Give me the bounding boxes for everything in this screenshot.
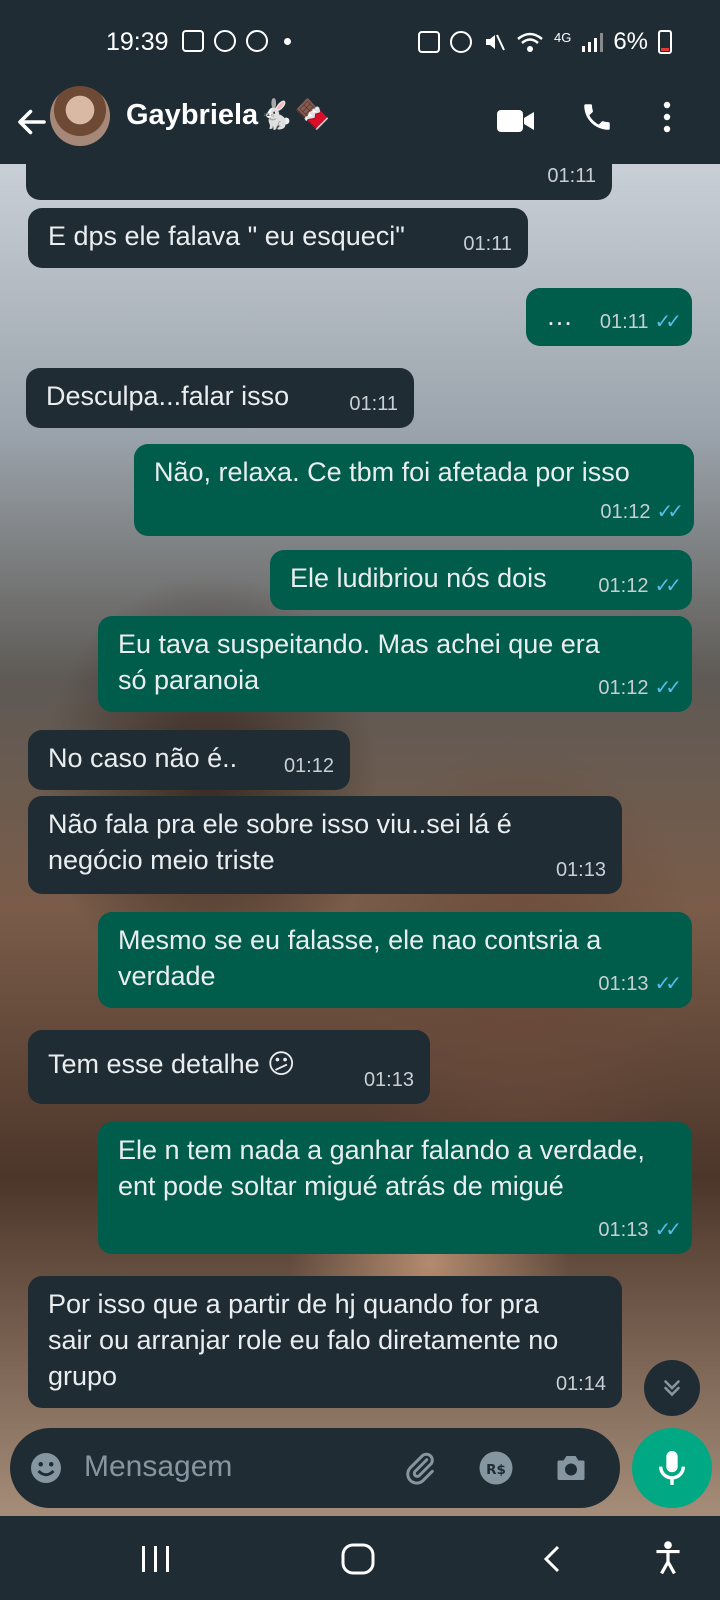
message-text: Mesmo se eu falasse, ele nao contsria a … bbox=[118, 925, 602, 991]
phone-icon[interactable] bbox=[580, 100, 614, 134]
video-call-icon[interactable] bbox=[496, 106, 536, 136]
battery-icon bbox=[658, 30, 672, 54]
message-text: Eu tava suspeitando. Mas achei que era s… bbox=[118, 629, 600, 695]
chat-header: Gaybriela🐇🍫 bbox=[0, 86, 720, 164]
contact-name[interactable]: Gaybriela🐇🍫 bbox=[126, 98, 330, 132]
back-nav-icon[interactable] bbox=[542, 1544, 562, 1574]
message-incoming[interactable]: Desculpa...falar isso 01:11 bbox=[26, 368, 414, 428]
message-text: No caso não é.. bbox=[48, 743, 238, 773]
battery-percent: 6% bbox=[613, 28, 648, 55]
gallery-icon bbox=[182, 30, 204, 52]
message-time: 01:14 bbox=[555, 1373, 606, 1395]
message-time: 01:13 ✓✓ bbox=[598, 1212, 681, 1248]
message-time: 01:11 bbox=[349, 393, 398, 415]
mute-icon bbox=[485, 34, 505, 51]
message-time: 01:11 bbox=[463, 233, 512, 255]
message-text: Tem esse detalhe 😕 bbox=[48, 1049, 296, 1079]
double-chevron-down-icon bbox=[664, 1380, 680, 1397]
message-time: 01:11 bbox=[547, 165, 596, 187]
message-time: 01:12 ✓✓ bbox=[600, 494, 683, 530]
chat-area[interactable]: 01:11 E dps ele falava " eu esqueci" 01:… bbox=[0, 164, 720, 1516]
scroll-to-bottom-button[interactable] bbox=[644, 1360, 700, 1416]
message-composer[interactable]: Mensagem R$ bbox=[10, 1428, 620, 1508]
message-time: 01:13 bbox=[555, 859, 606, 881]
svg-text:R$: R$ bbox=[486, 1462, 506, 1478]
read-receipt-icon: ✓✓ bbox=[654, 1219, 681, 1241]
read-receipt-icon: ✓✓ bbox=[656, 501, 683, 523]
system-nav-bar bbox=[0, 1516, 720, 1600]
network-type: 4G bbox=[553, 29, 572, 45]
message-incoming[interactable]: Tem esse detalhe 😕 01:13 bbox=[28, 1030, 430, 1104]
message-text: Não fala pra ele sobre isso viu..sei lá … bbox=[48, 809, 512, 875]
status-bar: 19:39 4G 6% bbox=[0, 0, 720, 86]
message-time: 01:12 ✓✓ bbox=[598, 670, 681, 706]
alarm-icon bbox=[449, 31, 472, 53]
message-incoming[interactable]: 01:11 bbox=[26, 164, 612, 200]
message-incoming[interactable]: No caso não é.. 01:12 bbox=[28, 730, 350, 790]
more-icon[interactable] bbox=[660, 100, 674, 134]
message-outgoing[interactable]: Mesmo se eu falasse, ele nao contsria a … bbox=[98, 912, 692, 1008]
message-text: Ele ludibriou nós dois bbox=[290, 563, 547, 593]
accessibility-icon[interactable] bbox=[652, 1540, 684, 1576]
message-time: 01:13 bbox=[363, 1069, 414, 1091]
alarm-icon bbox=[214, 30, 236, 52]
message-text: Por isso que a partir de hj quando for p… bbox=[48, 1289, 559, 1391]
message-text: E dps ele falava " eu esqueci" bbox=[48, 221, 405, 251]
microphone-icon bbox=[658, 1451, 686, 1485]
message-text: Ele n tem nada a ganhar falando a verdad… bbox=[118, 1135, 645, 1201]
more-notifications-dot-icon bbox=[284, 37, 291, 45]
status-time: 19:39 bbox=[106, 28, 169, 56]
message-input[interactable]: Mensagem bbox=[84, 1450, 232, 1484]
message-text: Desculpa...falar isso bbox=[46, 381, 290, 411]
b-app-icon bbox=[246, 30, 268, 52]
emoji-icon[interactable] bbox=[28, 1450, 64, 1486]
message-text: Não, relaxa. Ce tbm foi afetada por isso bbox=[154, 457, 630, 487]
message-outgoing[interactable]: Ele ludibriou nós dois 01:12 ✓✓ bbox=[270, 550, 692, 610]
voice-message-button[interactable] bbox=[632, 1428, 712, 1508]
recent-apps-icon[interactable] bbox=[140, 1544, 172, 1574]
message-incoming[interactable]: Não fala pra ele sobre isso viu..sei lá … bbox=[28, 796, 622, 894]
attach-icon[interactable] bbox=[402, 1450, 438, 1486]
lock-icon bbox=[417, 31, 440, 53]
back-arrow-icon[interactable] bbox=[14, 104, 50, 140]
message-time: 01:13 ✓✓ bbox=[598, 966, 681, 1002]
read-receipt-icon: ✓✓ bbox=[654, 575, 681, 597]
avatar[interactable] bbox=[50, 86, 110, 146]
message-outgoing[interactable]: Não, relaxa. Ce tbm foi afetada por isso… bbox=[134, 444, 694, 536]
message-time: 01:11 ✓✓ bbox=[600, 304, 682, 340]
message-outgoing[interactable]: Eu tava suspeitando. Mas achei que era s… bbox=[98, 616, 692, 712]
message-time: 01:12 ✓✓ bbox=[598, 568, 681, 604]
camera-icon[interactable] bbox=[552, 1450, 590, 1486]
home-icon[interactable] bbox=[340, 1542, 376, 1576]
read-receipt-icon: ✓✓ bbox=[654, 677, 681, 699]
message-incoming[interactable]: Por isso que a partir de hj quando for p… bbox=[28, 1276, 622, 1408]
message-outgoing[interactable]: … 01:11 ✓✓ bbox=[526, 288, 692, 346]
notification-icons bbox=[182, 30, 291, 52]
system-icons: 4G 6% bbox=[417, 28, 672, 56]
signal-icon bbox=[582, 33, 604, 52]
message-incoming[interactable]: E dps ele falava " eu esqueci" 01:11 bbox=[28, 208, 528, 268]
read-receipt-icon: ✓✓ bbox=[654, 973, 681, 995]
message-time: 01:12 bbox=[283, 755, 334, 777]
message-text: … bbox=[546, 301, 573, 331]
read-receipt-icon: ✓✓ bbox=[654, 311, 681, 333]
message-outgoing[interactable]: Ele n tem nada a ganhar falando a verdad… bbox=[98, 1122, 692, 1254]
wifi-icon bbox=[517, 32, 543, 52]
payment-icon[interactable]: R$ bbox=[478, 1450, 514, 1486]
